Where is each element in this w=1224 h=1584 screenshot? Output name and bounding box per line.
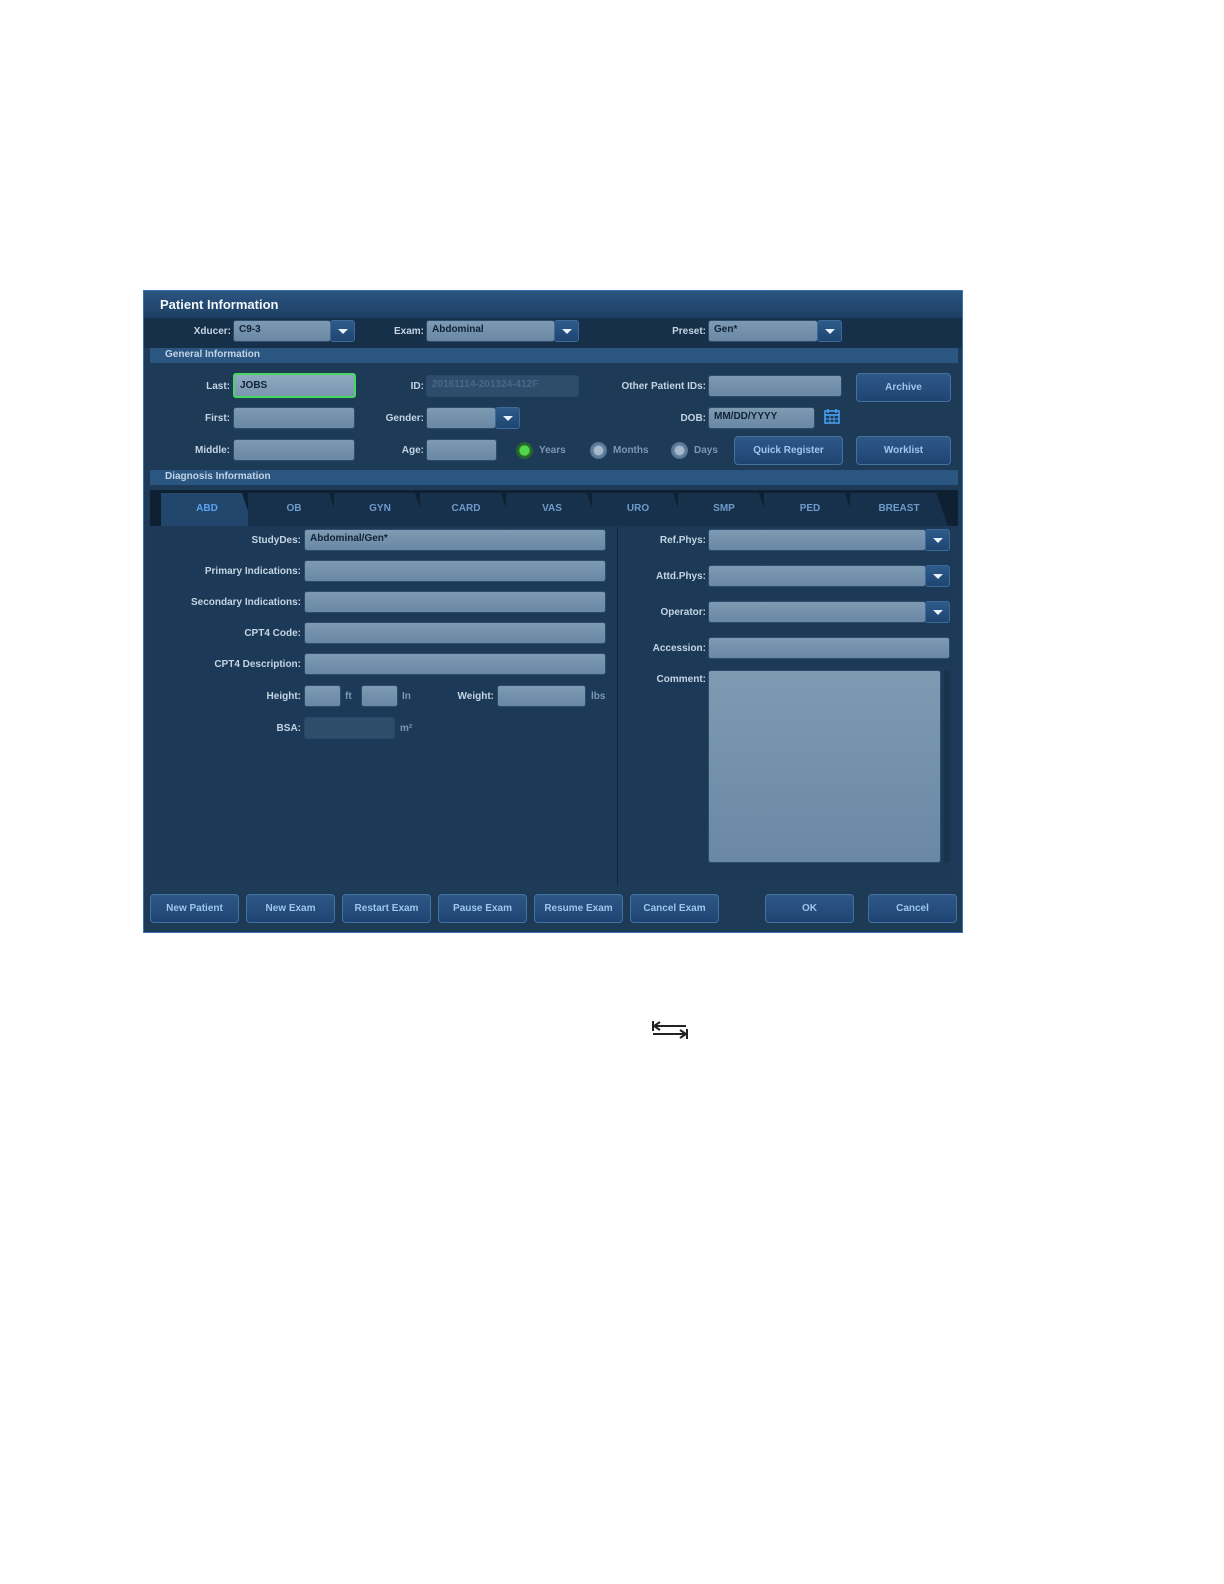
age-unit-days-label: Days [694, 445, 718, 456]
xducer-label: Xducer: [193, 326, 231, 337]
tab-breast[interactable]: BREAST [850, 493, 948, 526]
cpt4-code-label: CPT4 Code: [244, 628, 301, 639]
bsa-unit: m² [400, 723, 413, 734]
height-inches-input[interactable] [361, 685, 398, 707]
secondary-indications-input[interactable] [304, 591, 606, 613]
attd-phys-select[interactable] [708, 565, 926, 587]
patient-information-dialog: Patient Information Xducer: C9-3 Exam: A… [143, 290, 963, 933]
dob-input[interactable]: MM/DD/YYYY [708, 407, 815, 429]
studydes-label: StudyDes: [251, 535, 301, 546]
height-feet-unit: ft [345, 691, 352, 702]
accession-input[interactable] [708, 637, 950, 659]
resume-exam-button[interactable]: Resume Exam [534, 894, 623, 923]
tab-key-icon [650, 1019, 690, 1041]
first-name-label: First: [205, 413, 230, 424]
comment-label: Comment: [656, 674, 706, 685]
weight-input[interactable] [497, 685, 586, 707]
tab-card[interactable]: CARD [420, 493, 512, 526]
age-input[interactable] [426, 439, 497, 461]
studydes-input[interactable]: Abdominal/Gen* [304, 529, 606, 551]
other-patient-ids-label: Other Patient IDs: [621, 381, 706, 392]
quick-register-button[interactable]: Quick Register [734, 436, 843, 465]
age-unit-days-radio[interactable] [671, 442, 688, 459]
age-unit-months-label: Months [613, 445, 649, 456]
attd-phys-label: Attd.Phys: [656, 571, 706, 582]
primary-indications-input[interactable] [304, 560, 606, 582]
gender-select[interactable] [426, 407, 496, 429]
cpt4-code-input[interactable] [304, 622, 606, 644]
archive-button[interactable]: Archive [856, 373, 951, 402]
first-name-input[interactable] [233, 407, 355, 429]
bsa-input [304, 717, 395, 739]
preset-label: Preset: [672, 326, 706, 337]
other-patient-ids-input[interactable] [708, 375, 842, 397]
last-name-input[interactable]: JOBS [233, 373, 356, 398]
diagnosis-information-header: Diagnosis Information [150, 470, 958, 485]
age-unit-years-radio[interactable] [516, 442, 533, 459]
gender-label: Gender: [385, 413, 424, 424]
comment-textarea[interactable] [708, 670, 941, 863]
cancel-exam-button[interactable]: Cancel Exam [630, 894, 719, 923]
patient-id-input[interactable]: 20161114-201324-412F [426, 375, 579, 397]
tab-ped[interactable]: PED [764, 493, 856, 526]
weight-label: Weight: [457, 691, 494, 702]
weight-unit: lbs [591, 691, 606, 702]
exam-label: Exam: [393, 326, 424, 337]
worklist-button[interactable]: Worklist [856, 436, 951, 465]
age-label: Age: [401, 445, 424, 456]
ref-phys-select[interactable] [708, 529, 926, 551]
tab-uro[interactable]: URO [592, 493, 684, 526]
title-bar: Patient Information [144, 291, 962, 318]
pause-exam-button[interactable]: Pause Exam [438, 894, 527, 923]
ref-phys-label: Ref.Phys: [659, 535, 706, 546]
accession-label: Accession: [652, 643, 706, 654]
exam-select[interactable]: Abdominal [426, 320, 555, 342]
height-inches-unit: In [402, 691, 411, 702]
age-unit-years-label: Years [539, 445, 566, 456]
secondary-indications-label: Secondary Indications: [190, 597, 301, 608]
attd-phys-dropdown-button[interactable] [925, 565, 950, 587]
tab-gyn[interactable]: GYN [334, 493, 426, 526]
new-patient-button[interactable]: New Patient [150, 894, 239, 923]
cancel-button[interactable]: Cancel [868, 894, 957, 923]
height-feet-input[interactable] [304, 685, 341, 707]
xducer-select[interactable]: C9-3 [233, 320, 331, 342]
restart-exam-button[interactable]: Restart Exam [342, 894, 431, 923]
preset-dropdown-button[interactable] [817, 320, 842, 342]
cpt4-description-input[interactable] [304, 653, 606, 675]
panel-divider [617, 527, 618, 885]
new-exam-button[interactable]: New Exam [246, 894, 335, 923]
tab-vas[interactable]: VAS [506, 493, 598, 526]
ref-phys-dropdown-button[interactable] [925, 529, 950, 551]
tab-ob[interactable]: OB [248, 493, 340, 526]
middle-name-input[interactable] [233, 439, 355, 461]
operator-dropdown-button[interactable] [925, 601, 950, 623]
ok-button[interactable]: OK [765, 894, 854, 923]
operator-select[interactable] [708, 601, 926, 623]
tab-smp[interactable]: SMP [678, 493, 770, 526]
height-label: Height: [266, 691, 301, 702]
xducer-dropdown-button[interactable] [330, 320, 355, 342]
general-information-header: General Information [150, 348, 958, 363]
primary-indications-label: Primary Indications: [204, 566, 301, 577]
diagnosis-information-title: Diagnosis Information [165, 471, 271, 482]
cpt4-description-label: CPT4 Description: [214, 659, 301, 670]
gender-dropdown-button[interactable] [495, 407, 520, 429]
bsa-label: BSA: [276, 723, 301, 734]
patient-id-label: ID: [410, 381, 424, 392]
last-name-label: Last: [206, 381, 230, 392]
dob-label: DOB: [680, 413, 706, 424]
dialog-title: Patient Information [160, 297, 279, 312]
middle-name-label: Middle: [195, 445, 230, 456]
preset-select[interactable]: Gen* [708, 320, 818, 342]
age-unit-months-radio[interactable] [590, 442, 607, 459]
tab-abd[interactable]: ABD [161, 493, 253, 526]
exam-dropdown-button[interactable] [554, 320, 579, 342]
general-information-title: General Information [165, 349, 261, 360]
comment-scrollbar[interactable] [944, 670, 950, 863]
calendar-icon[interactable] [821, 407, 843, 427]
operator-label: Operator: [660, 607, 706, 618]
